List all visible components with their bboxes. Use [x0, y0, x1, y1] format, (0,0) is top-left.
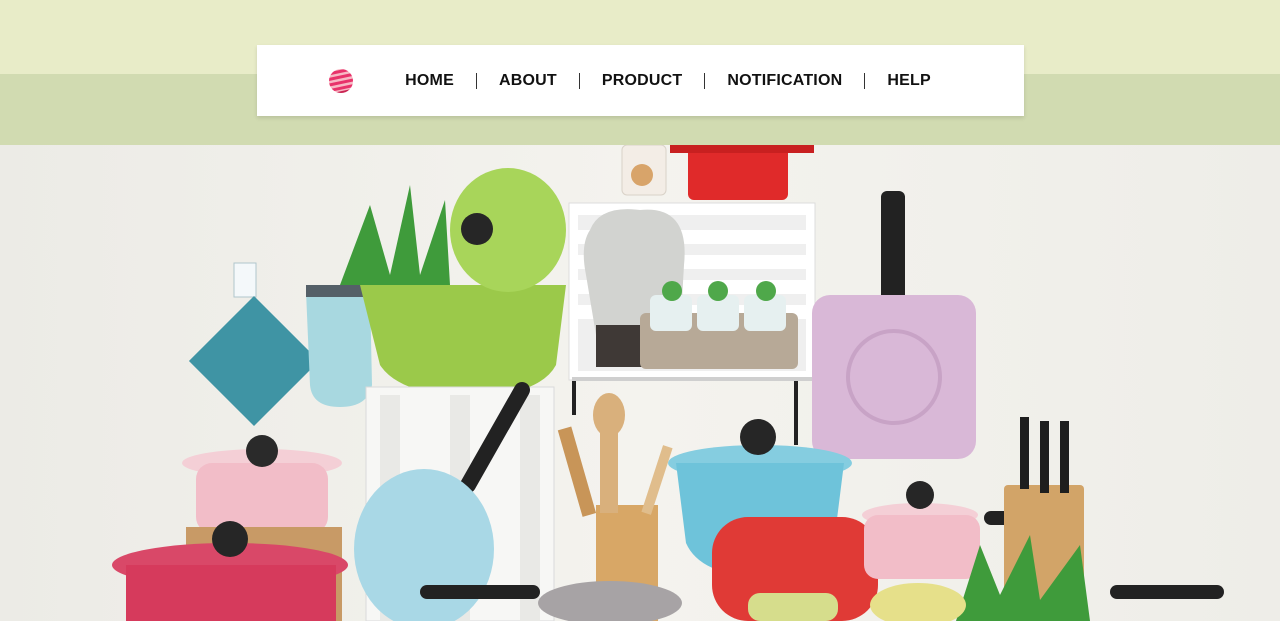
nav-product[interactable]: PRODUCT	[580, 72, 705, 89]
main-navbar: HOME ABOUT PRODUCT NOTIFICATION HELP	[257, 45, 1024, 116]
nav-home[interactable]: HOME	[383, 72, 476, 89]
red-cutting-board	[712, 517, 878, 621]
basket-with-cactus-jars	[640, 281, 798, 369]
striped-globe-logo-icon[interactable]	[328, 68, 354, 94]
light-blue-mitt	[306, 285, 372, 407]
nav-notification[interactable]: NOTIFICATION	[705, 72, 864, 89]
jar-top	[621, 145, 667, 196]
nav-help[interactable]: HELP	[865, 72, 952, 89]
nav-about[interactable]: ABOUT	[477, 72, 579, 89]
hero-kitchenware-image	[0, 145, 1280, 621]
